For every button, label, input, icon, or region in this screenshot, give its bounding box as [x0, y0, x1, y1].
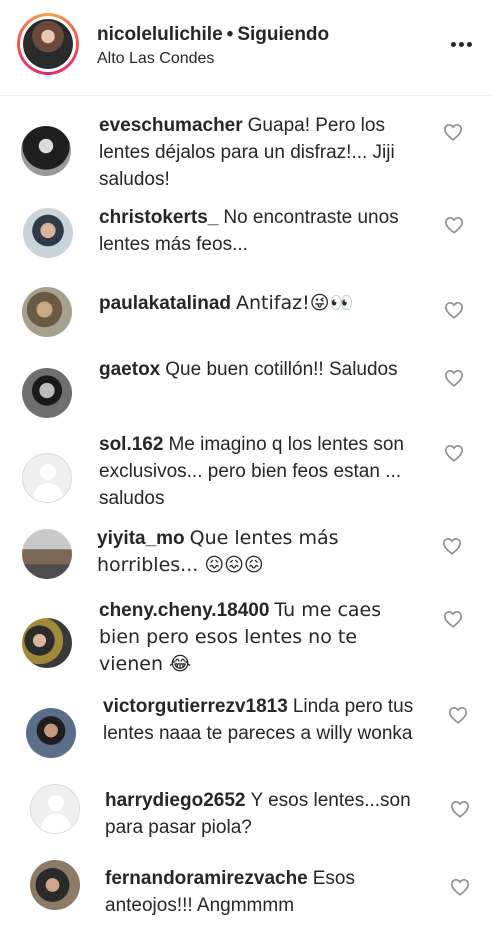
- like-heart-icon[interactable]: [442, 537, 462, 555]
- comment-username[interactable]: eveschumacher: [99, 115, 243, 136]
- commenter-avatar[interactable]: [21, 126, 71, 176]
- author-avatar[interactable]: [17, 13, 79, 75]
- commenter-avatar[interactable]: [30, 860, 80, 910]
- commenter-avatar[interactable]: [22, 529, 72, 579]
- commenter-avatar[interactable]: [22, 618, 72, 668]
- like-heart-icon[interactable]: [450, 878, 470, 896]
- post-header: nicolelulichile • Siguiendo Alto Las Conde…: [0, 0, 492, 96]
- comment-username[interactable]: yiyita_mo: [97, 528, 185, 549]
- like-heart-icon[interactable]: [444, 369, 464, 387]
- comment-username[interactable]: gaetox: [99, 359, 160, 380]
- like-heart-icon[interactable]: [443, 123, 463, 141]
- commenter-avatar[interactable]: [26, 708, 76, 758]
- comment-username[interactable]: paulakatalinad: [99, 293, 231, 314]
- comment-text: eveschumacher Guapa! Pero los lentes déja…: [99, 112, 419, 193]
- comment-text: victorgutierrezv1813 Linda pero tus lente…: [103, 693, 423, 747]
- comment-text: cheny.cheny.18400 Tu me caes bien pero es…: [99, 597, 419, 678]
- comment-username[interactable]: christokerts_: [99, 207, 218, 228]
- post-location[interactable]: Alto Las Condes: [97, 50, 214, 68]
- comment-text: paulakatalinad Antifaz!😜👀: [99, 290, 419, 317]
- commenter-avatar[interactable]: [22, 287, 72, 337]
- comment-username[interactable]: fernandoramirezvache: [105, 868, 308, 889]
- comment-body: Antifaz!😜👀: [236, 292, 354, 314]
- comment-text: christokerts_ No encontraste unos lentes …: [99, 204, 429, 258]
- comment-text: yiyita_mo Que lentes más horribles... 😖😖😖: [97, 525, 397, 579]
- commenter-avatar[interactable]: [22, 368, 72, 418]
- like-heart-icon[interactable]: [450, 800, 470, 818]
- more-options-icon[interactable]: [451, 42, 473, 48]
- author-username[interactable]: nicolelulichile: [97, 24, 223, 45]
- commenter-avatar-placeholder[interactable]: [22, 453, 72, 503]
- follow-status-button[interactable]: Siguiendo: [237, 24, 329, 45]
- header-title-row: nicolelulichile • Siguiendo: [97, 24, 329, 46]
- like-heart-icon[interactable]: [444, 444, 464, 462]
- like-heart-icon[interactable]: [448, 706, 468, 724]
- comment-text: sol.162 Me imagino q los lentes son exclu…: [99, 431, 409, 512]
- like-heart-icon[interactable]: [444, 301, 464, 319]
- comment-username[interactable]: cheny.cheny.18400: [99, 600, 269, 621]
- like-heart-icon[interactable]: [443, 610, 463, 628]
- commenter-avatar-placeholder[interactable]: [30, 784, 80, 834]
- comment-text: gaetox Que buen cotillón!! Saludos: [99, 356, 399, 383]
- comment-username[interactable]: sol.162: [99, 434, 163, 455]
- commenter-avatar[interactable]: [23, 208, 73, 258]
- comment-username[interactable]: harrydiego2652: [105, 790, 245, 811]
- comment-body: Que buen cotillón!! Saludos: [165, 359, 398, 380]
- comment-text: fernandoramirezvache Esos anteojos!!! Ang…: [105, 865, 405, 919]
- comment-text: harrydiego2652 Y esos lentes...son para p…: [105, 787, 415, 841]
- like-heart-icon[interactable]: [444, 216, 464, 234]
- separator-dot: •: [226, 24, 234, 45]
- comment-username[interactable]: victorgutierrezv1813: [103, 696, 288, 717]
